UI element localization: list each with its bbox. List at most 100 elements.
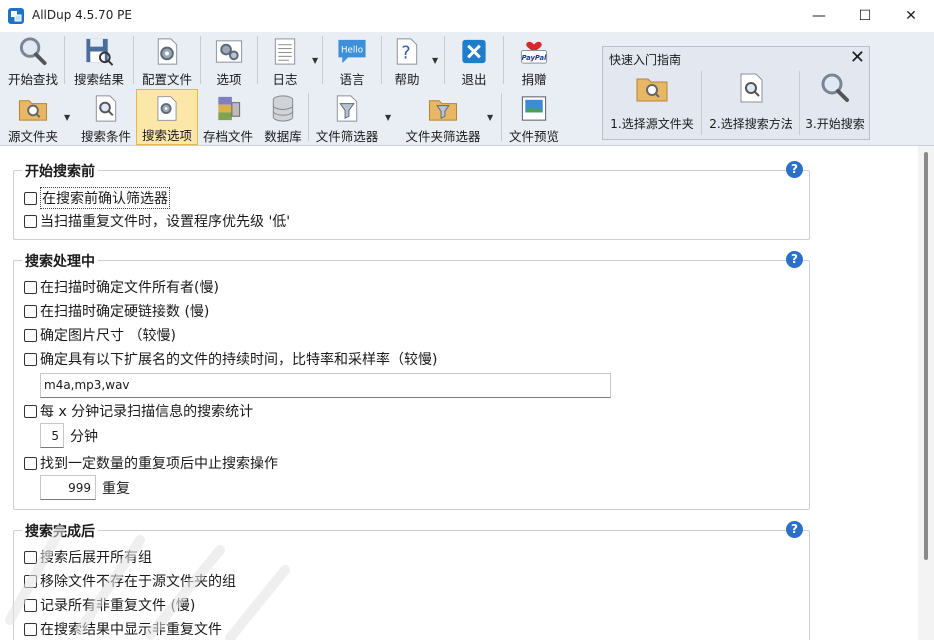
start-search-button[interactable]: 开始查找: [2, 32, 64, 88]
magnifier-icon: [19, 37, 47, 66]
file-preview-button[interactable]: 文件预览: [502, 89, 566, 145]
quick-separator: [701, 71, 702, 135]
duplicates-unit: 重复: [102, 481, 130, 497]
checkbox[interactable]: [24, 456, 37, 470]
option-label: 确定具有以下扩展名的文件的持续时间，比特率和采样率（较慢): [40, 352, 438, 368]
file-preview-label: 文件预览: [508, 129, 559, 144]
help-icon[interactable]: ?: [786, 251, 803, 268]
svg-text:?: ?: [401, 43, 410, 63]
database-label: 数据库: [264, 129, 302, 144]
option-confirm-filters[interactable]: 在搜索前确认筛选器: [24, 187, 170, 209]
option-remove-missing-groups[interactable]: 移除文件不存在于源文件夹的组: [24, 571, 236, 591]
folder-magnifier-icon: [636, 78, 668, 102]
checkbox[interactable]: [24, 598, 37, 612]
checkbox[interactable]: [24, 328, 37, 342]
search-criteria-button[interactable]: 搜索条件: [76, 89, 136, 145]
option-media-duration[interactable]: 确定具有以下扩展名的文件的持续时间，比特率和采样率（较慢): [24, 349, 437, 369]
checkbox[interactable]: [24, 304, 37, 318]
search-results-button[interactable]: 搜索结果: [65, 32, 133, 88]
option-label: 在扫描时确定文件所有者(慢): [40, 280, 219, 296]
help-document-icon: ?: [396, 38, 418, 65]
option-file-owner[interactable]: 在扫描时确定文件所有者(慢): [24, 277, 219, 297]
options-button[interactable]: 选项: [201, 32, 257, 88]
language-button[interactable]: Hello 语言: [323, 32, 381, 88]
hello-icon-text: Hello: [341, 45, 363, 55]
file-filter-button[interactable]: 文件筛选器: [309, 89, 385, 145]
group-title: 搜索处理中: [22, 251, 98, 271]
close-button[interactable]: ✕: [888, 0, 934, 32]
option-abort-after-dupes[interactable]: 找到一定数量的重复项后中止搜索操作: [24, 453, 278, 473]
quick-step-2-label: 2.选择搜索方法: [709, 117, 793, 131]
group-title: 开始搜索前: [22, 161, 98, 181]
quick-start-title: 快速入门指南: [609, 53, 682, 67]
option-log-non-duplicates[interactable]: 记录所有非重复文件 (慢): [24, 595, 195, 615]
search-criteria-icon: [95, 95, 117, 122]
help-button[interactable]: ? 帮助: [382, 32, 432, 88]
file-filter-label: 文件筛选器: [315, 129, 379, 144]
donate-button[interactable]: PayPal 捐赠: [504, 32, 564, 88]
extensions-input[interactable]: m4a,mp3,wav: [40, 373, 611, 398]
option-label: 在扫描时确定硬链接数 (慢): [40, 304, 210, 320]
log-label: 日志: [272, 72, 298, 87]
group-title: 搜索完成后: [22, 521, 98, 541]
quick-separator: [799, 71, 800, 135]
checkbox[interactable]: [24, 550, 37, 564]
start-search-label: 开始查找: [7, 72, 58, 87]
options-label: 选项: [216, 72, 242, 87]
option-expand-groups[interactable]: 搜索后展开所有组: [24, 547, 152, 567]
checkbox[interactable]: [24, 574, 37, 588]
magnifier-icon: [821, 73, 849, 102]
checkbox[interactable]: [24, 191, 37, 205]
log-button[interactable]: 日志: [258, 32, 312, 88]
option-low-priority[interactable]: 当扫描重复文件时，设置程序优先级 '低': [24, 211, 290, 231]
minimize-button[interactable]: —: [796, 0, 842, 32]
search-options-label: 搜索选项: [141, 128, 192, 143]
checkbox[interactable]: [24, 214, 37, 228]
checkbox[interactable]: [24, 280, 37, 294]
database-button[interactable]: 数据库: [258, 89, 308, 145]
vertical-scrollbar[interactable]: [918, 146, 934, 640]
quick-step-select-source[interactable]: 1.选择源文件夹: [605, 69, 699, 139]
option-hardlink-count[interactable]: 在扫描时确定硬链接数 (慢): [24, 301, 209, 321]
config-file-button[interactable]: 配置文件: [134, 32, 200, 88]
scrollbar-thumb[interactable]: [924, 152, 928, 560]
max-duplicates-input[interactable]: 999: [40, 475, 96, 500]
app-logo-icon: [8, 8, 24, 24]
search-options-button[interactable]: 搜索选项: [136, 89, 198, 145]
search-criteria-label: 搜索条件: [80, 129, 131, 144]
paypal-heart-icon: PayPal: [520, 41, 548, 64]
minutes-input[interactable]: 5: [40, 423, 64, 448]
group-during-search: 搜索处理中 ? 在扫描时确定文件所有者(慢) 在扫描时确定硬链接数 (慢) 确定…: [13, 251, 810, 510]
document-magnifier-icon: [740, 73, 763, 103]
help-icon[interactable]: ?: [786, 161, 803, 178]
exit-label: 退出: [461, 72, 487, 87]
exit-button[interactable]: 退出: [445, 32, 503, 88]
folder-filter-button[interactable]: 文件夹筛选器: [399, 89, 487, 145]
option-show-non-duplicates[interactable]: 在搜索结果中显示非重复文件: [24, 619, 222, 639]
option-image-size[interactable]: 确定图片尺寸 （较慢): [24, 325, 176, 345]
log-icon: [274, 38, 296, 65]
source-folder-button[interactable]: 源文件夹: [2, 89, 64, 145]
option-label: 移除文件不存在于源文件夹的组: [40, 574, 236, 590]
search-results-label: 搜索结果: [73, 72, 124, 87]
checkbox[interactable]: [24, 404, 37, 418]
quick-step-start-search[interactable]: 3.开始搜索: [801, 69, 869, 139]
option-label: 搜索后展开所有组: [40, 550, 152, 566]
quick-step-select-method[interactable]: 2.选择搜索方法: [703, 69, 799, 139]
archive-files-button[interactable]: 存档文件: [198, 89, 258, 145]
help-icon[interactable]: ?: [786, 521, 803, 538]
title-bar: AllDup 4.5.70 PE — ☐ ✕: [0, 0, 934, 32]
maximize-button[interactable]: ☐: [842, 0, 888, 32]
search-options-icon: [157, 96, 177, 121]
hello-bubble-icon: Hello: [338, 39, 366, 64]
paypal-icon-text: PayPal: [522, 54, 547, 62]
checkbox[interactable]: [24, 352, 37, 366]
folder-filter-label: 文件夹筛选器: [405, 129, 481, 144]
quick-start-panel: 快速入门指南 ✕ 1.选择源文件夹 2.选择搜索方法 3.开始搜索: [602, 46, 870, 140]
option-log-statistics[interactable]: 每 x 分钟记录扫描信息的搜索统计: [24, 401, 253, 421]
toolbar-row-main: 开始查找 搜索结果 配置文件 选项 日志 ▼ Hello 语言 ? 帮助 ▼ 退…: [2, 32, 564, 88]
quick-start-close-icon[interactable]: ✕: [850, 47, 865, 68]
quick-step-1-label: 1.选择源文件夹: [610, 117, 694, 131]
checkbox[interactable]: [24, 622, 37, 636]
options-content: 开始搜索前 ? 在搜索前确认筛选器 当扫描重复文件时，设置程序优先级 '低' 搜…: [0, 146, 918, 640]
